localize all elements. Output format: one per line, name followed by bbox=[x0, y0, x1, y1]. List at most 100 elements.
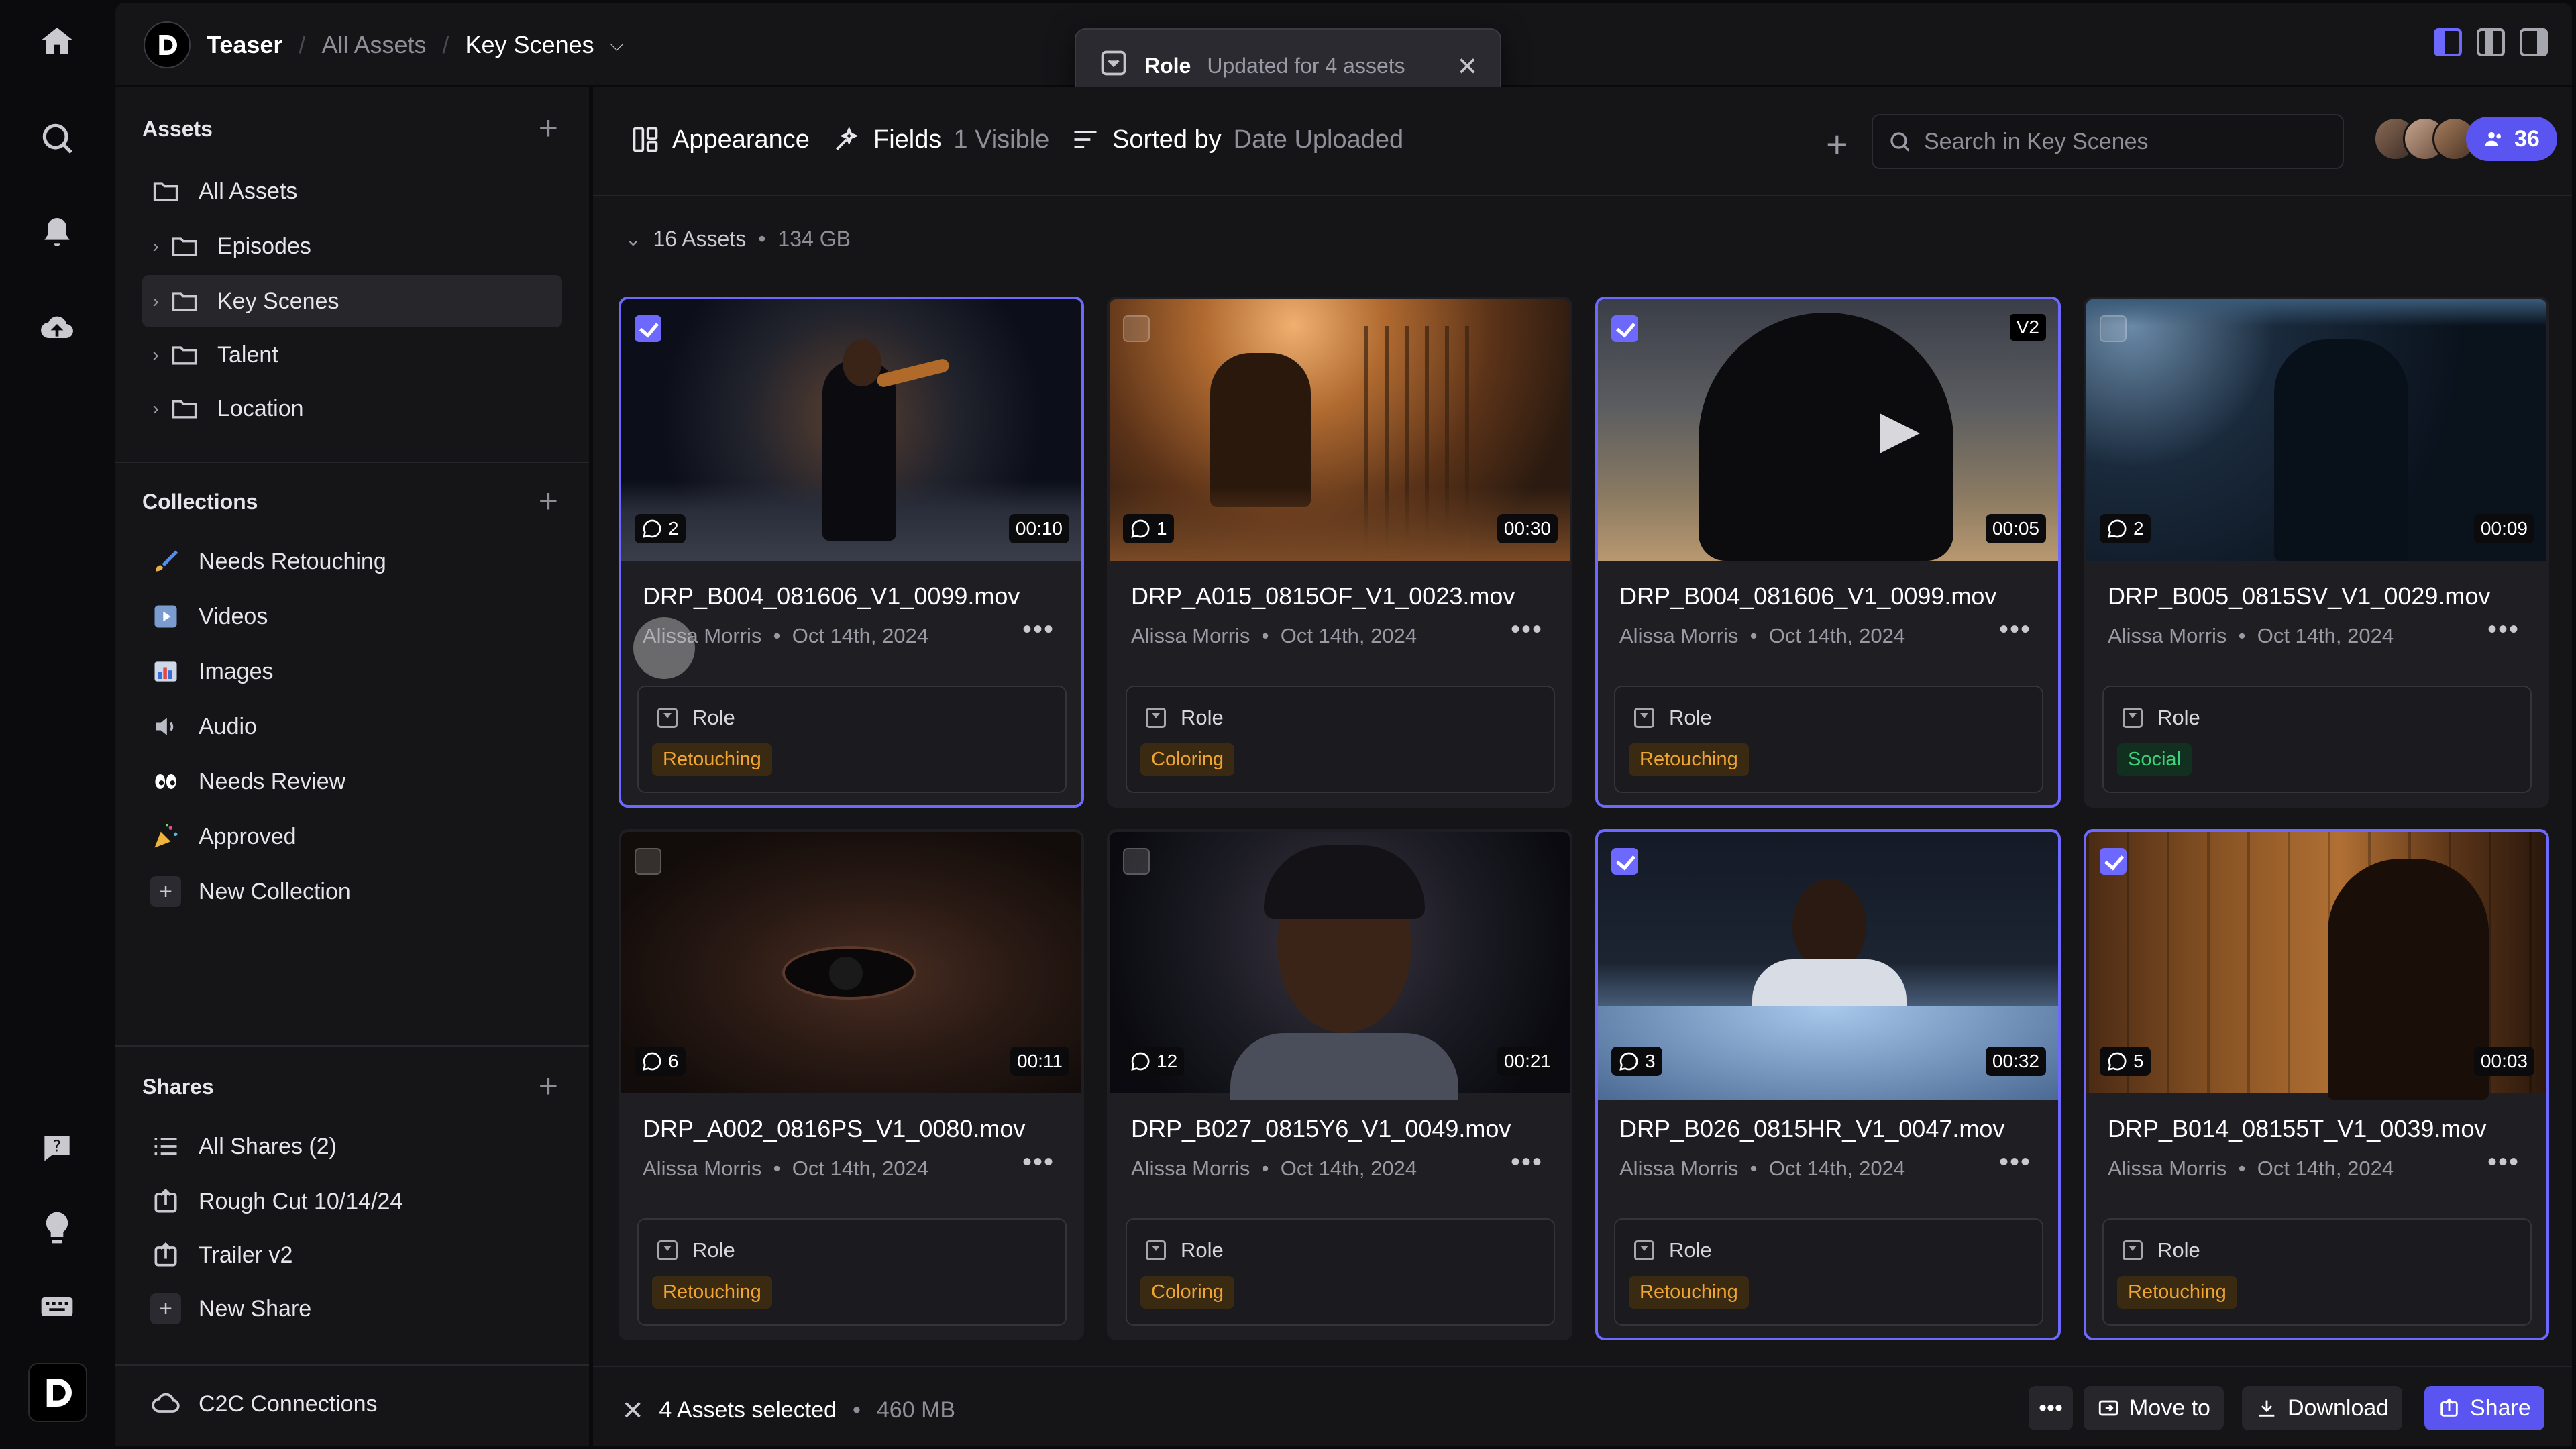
share-trailer-v2[interactable]: Trailer v2 bbox=[142, 1229, 562, 1281]
role-tag[interactable]: Retouching bbox=[652, 743, 772, 776]
c2c-connections[interactable]: C2C Connections bbox=[142, 1378, 562, 1430]
asset-filename[interactable]: DRP_B004_081606_V1_0099.mov bbox=[1619, 582, 1996, 610]
chevron-right-icon[interactable]: › bbox=[142, 344, 169, 366]
asset-filename[interactable]: DRP_A015_0815OF_V1_0023.mov bbox=[1131, 582, 1515, 610]
select-checkbox[interactable] bbox=[635, 848, 661, 875]
add-icon[interactable]: + bbox=[1826, 122, 1848, 166]
download-button[interactable]: Download bbox=[2242, 1386, 2403, 1430]
asset-card[interactable]: V2 00:05 DRP_B004_081606_V1_0099.mov Ali… bbox=[1595, 297, 2061, 808]
role-field[interactable]: Role Retouching bbox=[1614, 686, 2043, 793]
comment-count-badge[interactable]: 1 bbox=[1123, 514, 1174, 543]
role-tag[interactable]: Coloring bbox=[1140, 743, 1234, 776]
select-checkbox[interactable] bbox=[1611, 848, 1638, 875]
chevron-down-icon[interactable]: ⌄ bbox=[625, 228, 641, 250]
role-field[interactable]: Role Retouching bbox=[2102, 1218, 2532, 1326]
asset-filename[interactable]: DRP_B026_0815HR_V1_0047.mov bbox=[1619, 1115, 2004, 1143]
role-tag[interactable]: Coloring bbox=[1140, 1276, 1234, 1309]
search-input[interactable]: Search in Key Scenes bbox=[1872, 114, 2344, 169]
asset-card[interactable]: 12 00:21 DRP_B027_0815Y6_V1_0049.mov Ali… bbox=[1107, 829, 1572, 1340]
asset-card[interactable]: 3 00:32 DRP_B026_0815HR_V1_0047.mov Alis… bbox=[1595, 829, 2061, 1340]
project-logo-icon[interactable] bbox=[144, 21, 191, 68]
comment-count-badge[interactable]: 3 bbox=[1611, 1046, 1662, 1076]
select-checkbox[interactable] bbox=[1123, 315, 1150, 342]
center-panel-layout-icon[interactable] bbox=[2477, 28, 2505, 56]
asset-filename[interactable]: DRP_B004_081606_V1_0099.mov bbox=[643, 582, 1020, 610]
comment-count-badge[interactable]: 2 bbox=[2100, 514, 2151, 543]
sidebar-item-talent[interactable]: › Talent bbox=[142, 329, 562, 381]
select-checkbox[interactable] bbox=[2100, 315, 2127, 342]
more-actions-button[interactable]: ••• bbox=[2029, 1386, 2073, 1430]
breadcrumb-all-assets[interactable]: All Assets bbox=[321, 31, 426, 59]
role-tag[interactable]: Retouching bbox=[2117, 1276, 2237, 1309]
sidebar-item-key-scenes[interactable]: › Key Scenes bbox=[142, 275, 562, 327]
asset-card[interactable]: 1 00:30 DRP_A015_0815OF_V1_0023.mov Alis… bbox=[1107, 297, 1572, 808]
sidebar-item-episodes[interactable]: › Episodes bbox=[142, 220, 562, 272]
comment-count-badge[interactable]: 6 bbox=[635, 1046, 686, 1076]
member-count-badge[interactable]: 36 bbox=[2466, 117, 2557, 161]
more-options-icon[interactable]: ••• bbox=[2487, 1147, 2520, 1177]
collection-videos[interactable]: Videos bbox=[142, 590, 562, 643]
home-icon[interactable] bbox=[30, 15, 84, 68]
asset-card[interactable]: 2 00:10 DRP_B004_081606_V1_0099.mov Alis… bbox=[619, 297, 1084, 808]
app-logo[interactable] bbox=[28, 1363, 87, 1422]
collection-needs-retouching[interactable]: Needs Retouching bbox=[142, 535, 562, 588]
new-share-button[interactable]: + New Share bbox=[142, 1283, 562, 1335]
more-options-icon[interactable]: ••• bbox=[1511, 1147, 1543, 1177]
asset-card[interactable]: 2 00:09 DRP_B005_0815SV_V1_0029.mov Alis… bbox=[2084, 297, 2549, 808]
share-button[interactable]: Share bbox=[2424, 1386, 2544, 1430]
shares-all[interactable]: All Shares (2) bbox=[142, 1120, 562, 1173]
collection-audio[interactable]: Audio bbox=[142, 700, 562, 753]
role-tag[interactable]: Retouching bbox=[1629, 1276, 1749, 1309]
asset-card[interactable]: 5 00:03 DRP_B014_08155T_V1_0039.mov Alis… bbox=[2084, 829, 2549, 1340]
lightbulb-icon[interactable] bbox=[30, 1201, 84, 1254]
version-badge[interactable]: V2 bbox=[2009, 314, 2046, 341]
breadcrumb-project[interactable]: Teaser bbox=[207, 31, 282, 59]
select-checkbox[interactable] bbox=[1123, 848, 1150, 875]
clear-selection-icon[interactable]: × bbox=[623, 1393, 643, 1428]
chevron-right-icon[interactable]: › bbox=[142, 398, 169, 419]
sidebar-item-all-assets[interactable]: All Assets bbox=[142, 165, 562, 217]
collection-images[interactable]: Images bbox=[142, 645, 562, 698]
close-icon[interactable]: × bbox=[1458, 49, 1477, 83]
role-field[interactable]: Role Coloring bbox=[1126, 686, 1555, 793]
fields-button[interactable]: Fields 1 Visible bbox=[832, 125, 1049, 154]
role-field[interactable]: Role Retouching bbox=[637, 1218, 1067, 1326]
asset-filename[interactable]: DRP_B027_0815Y6_V1_0049.mov bbox=[1131, 1115, 1511, 1143]
more-options-icon[interactable]: ••• bbox=[1999, 1147, 2031, 1177]
role-tag[interactable]: Social bbox=[2117, 743, 2192, 776]
new-collection-button[interactable]: + New Collection bbox=[142, 865, 562, 918]
select-checkbox[interactable] bbox=[2100, 848, 2127, 875]
asset-filename[interactable]: DRP_B005_0815SV_V1_0029.mov bbox=[2108, 582, 2490, 610]
move-to-button[interactable]: Move to bbox=[2084, 1386, 2224, 1430]
bell-icon[interactable] bbox=[30, 205, 84, 259]
asset-filename[interactable]: DRP_B014_08155T_V1_0039.mov bbox=[2108, 1115, 2486, 1143]
more-options-icon[interactable]: ••• bbox=[1022, 1147, 1055, 1177]
role-tag[interactable]: Retouching bbox=[652, 1276, 772, 1309]
assets-summary[interactable]: ⌄ 16 Assets • 134 GB bbox=[625, 227, 851, 252]
right-panel-layout-icon[interactable] bbox=[2520, 28, 2548, 56]
more-options-icon[interactable]: ••• bbox=[1511, 614, 1543, 645]
more-options-icon[interactable]: ••• bbox=[2487, 614, 2520, 645]
chevron-down-icon[interactable]: ⌵ bbox=[610, 34, 624, 56]
help-icon[interactable]: ? bbox=[30, 1122, 84, 1175]
role-tag[interactable]: Retouching bbox=[1629, 743, 1749, 776]
asset-card[interactable]: 6 00:11 DRP_A002_0816PS_V1_0080.mov Alis… bbox=[619, 829, 1084, 1340]
add-share-icon[interactable]: + bbox=[539, 1069, 558, 1103]
comment-count-badge[interactable]: 5 bbox=[2100, 1046, 2151, 1076]
search-icon[interactable] bbox=[30, 111, 84, 165]
comment-count-badge[interactable]: 12 bbox=[1123, 1046, 1185, 1076]
sort-button[interactable]: Sorted by Date Uploaded bbox=[1071, 125, 1403, 154]
role-field[interactable]: Role Retouching bbox=[637, 686, 1067, 793]
sidebar-item-location[interactable]: › Location bbox=[142, 382, 562, 435]
member-avatars[interactable]: 36 bbox=[2373, 117, 2557, 161]
collection-needs-review[interactable]: Needs Review bbox=[142, 755, 562, 808]
comment-count-badge[interactable]: 2 bbox=[635, 514, 686, 543]
select-checkbox[interactable] bbox=[1611, 315, 1638, 342]
role-field[interactable]: Role Coloring bbox=[1126, 1218, 1555, 1326]
select-checkbox[interactable] bbox=[635, 315, 661, 342]
keyboard-icon[interactable] bbox=[30, 1280, 84, 1334]
add-collection-icon[interactable]: + bbox=[539, 484, 558, 518]
chevron-right-icon[interactable]: › bbox=[142, 290, 169, 312]
more-options-icon[interactable]: ••• bbox=[1999, 614, 2031, 645]
add-asset-folder-icon[interactable]: + bbox=[539, 111, 558, 145]
